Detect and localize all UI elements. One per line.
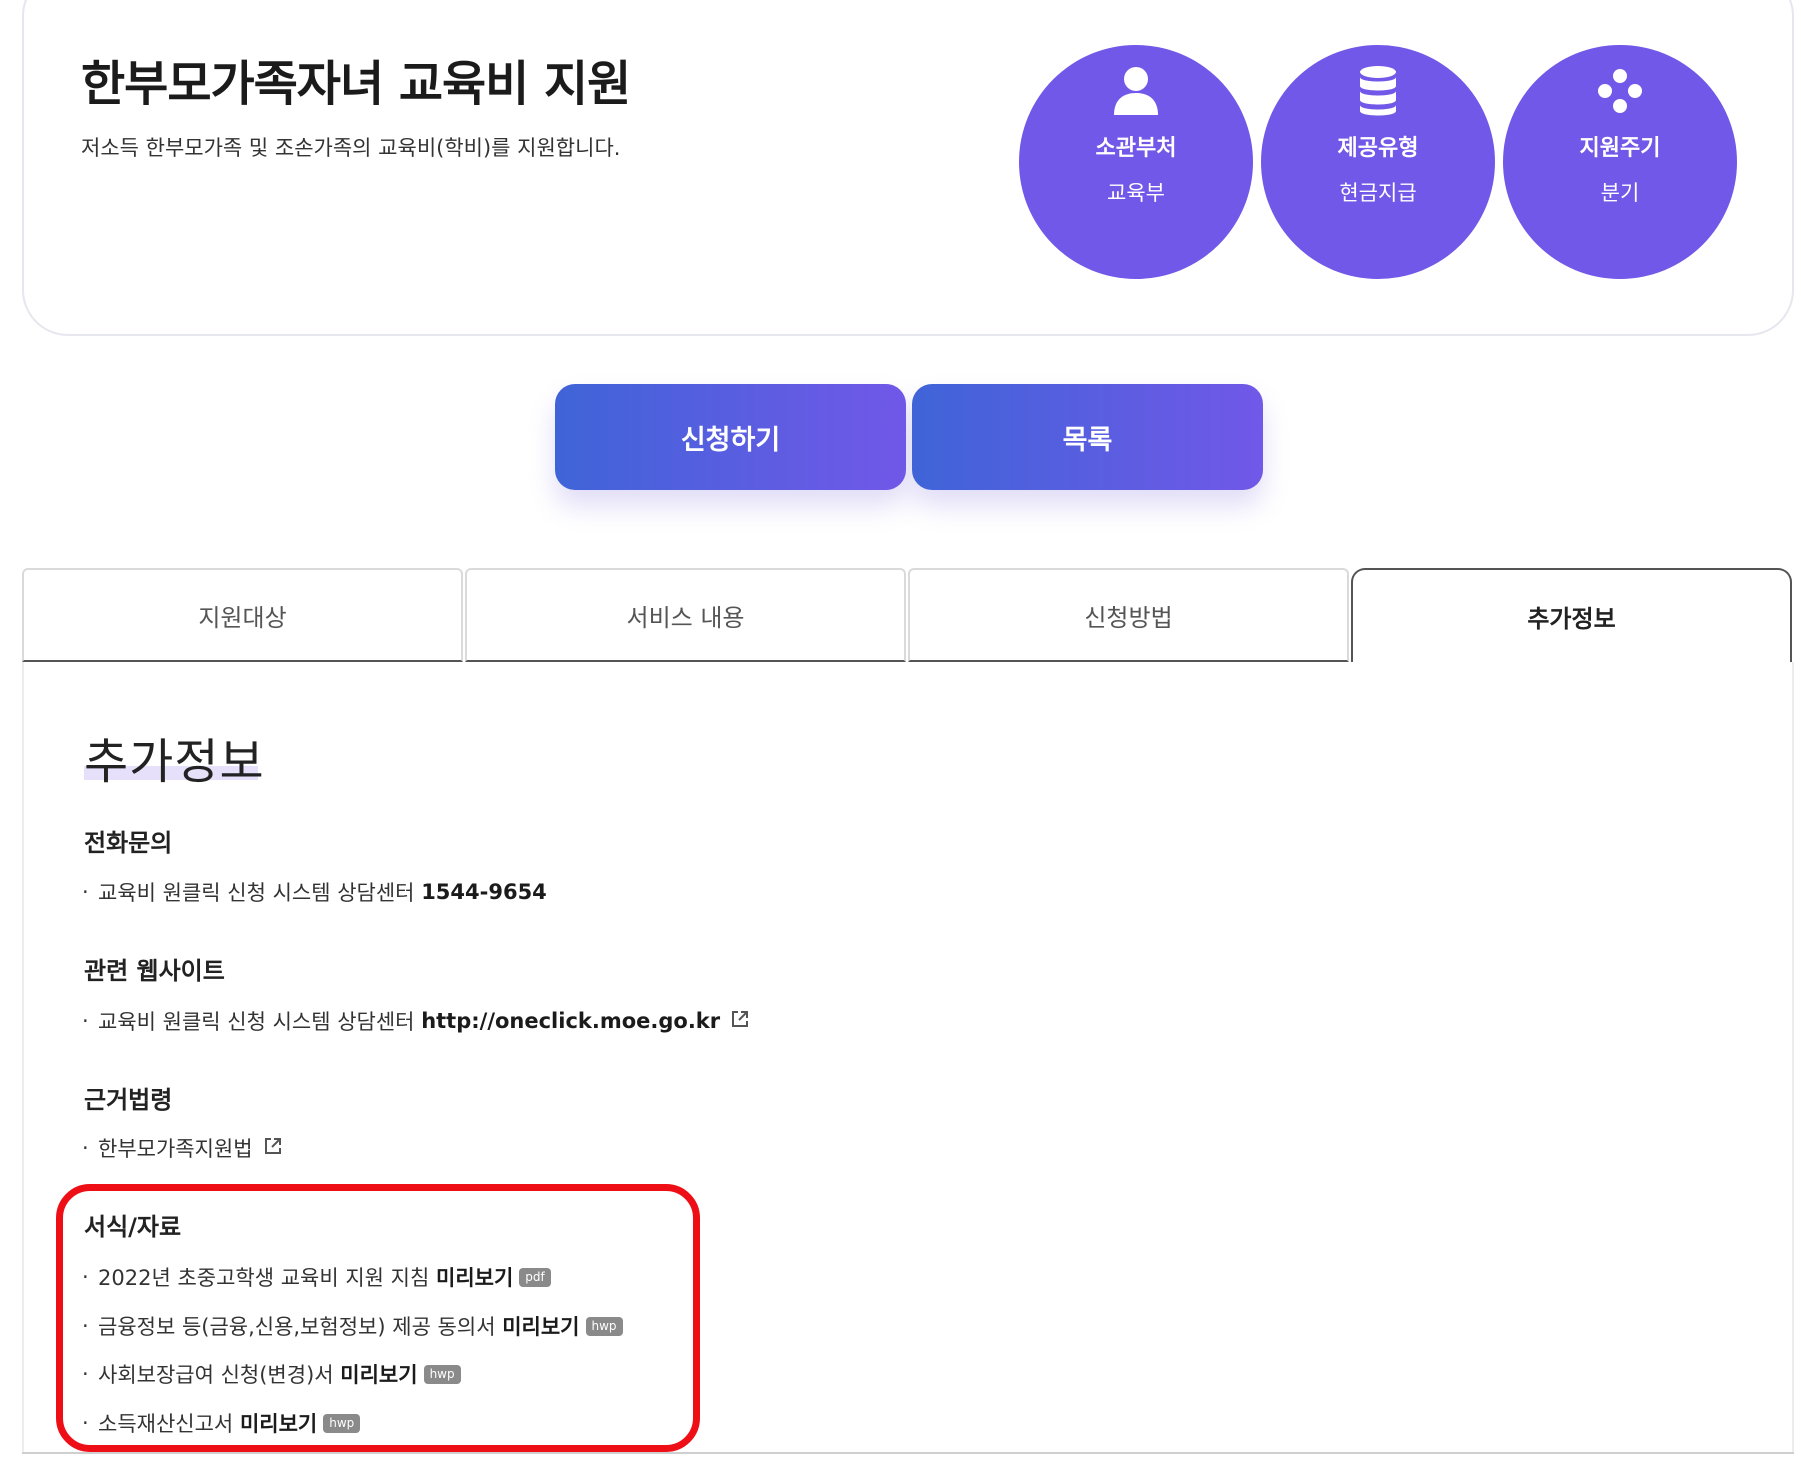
heading-legal-basis: 근거법령 bbox=[84, 1086, 173, 1114]
tab-eligibility[interactable]: 지원대상 bbox=[22, 568, 463, 662]
person-icon bbox=[1019, 63, 1253, 119]
bullet: · bbox=[82, 1411, 89, 1435]
list-item: · 2022년 초중고학생 교육비 지원 지침 미리보기 pdf bbox=[82, 1262, 551, 1292]
list-item: · 한부모가족지원법 bbox=[82, 1133, 283, 1163]
tab-application-method[interactable]: 신청방법 bbox=[908, 568, 1349, 662]
page: 한부모가족자녀 교육비 지원 저소득 한부모가족 및 조손가족의 교육비(학비)… bbox=[0, 0, 1801, 1474]
heading-related-website: 관련 웹사이트 bbox=[84, 957, 225, 985]
list-button[interactable]: 목록 bbox=[912, 384, 1263, 490]
list-item: · 교육비 원클릭 신청 시스템 상담센터 1544-9654 bbox=[82, 877, 547, 907]
item-text: 교육비 원클릭 신청 시스템 상담센터 bbox=[98, 1010, 415, 1034]
tab-bar: 지원대상 서비스 내용 신청방법 추가정보 bbox=[22, 568, 1794, 662]
preview-link[interactable]: 미리보기 bbox=[502, 1311, 579, 1341]
badge-value: 교육부 bbox=[1107, 181, 1165, 205]
divider bbox=[22, 1452, 1794, 1454]
badge-label: 제공유형 bbox=[1337, 136, 1419, 161]
heading-forms-materials: 서식/자료 bbox=[84, 1213, 182, 1241]
external-link-icon[interactable] bbox=[730, 1009, 750, 1034]
list-item: · 사회보장급여 신청(변경)서 미리보기 hwp bbox=[82, 1359, 461, 1389]
tab-additional-info[interactable]: 추가정보 bbox=[1351, 568, 1792, 662]
file-type-badge: hwp bbox=[423, 1364, 461, 1384]
cycle-dots-icon bbox=[1503, 63, 1737, 119]
service-description: 저소득 한부모가족 및 조손가족의 교육비(학비)를 지원합니다. bbox=[81, 136, 621, 160]
database-icon bbox=[1261, 63, 1495, 119]
phone-number: 1544-9654 bbox=[421, 880, 547, 904]
section-title: 추가정보 bbox=[84, 734, 265, 790]
bullet: · bbox=[82, 1362, 89, 1386]
badge-provision-type: 제공유형 현금지급 bbox=[1261, 45, 1495, 279]
item-text: 사회보장급여 신청(변경)서 bbox=[98, 1363, 334, 1387]
heading-phone-inquiry: 전화문의 bbox=[84, 829, 173, 857]
tab-service-content[interactable]: 서비스 내용 bbox=[465, 568, 906, 662]
bullet: · bbox=[82, 1136, 89, 1160]
bullet: · bbox=[82, 1314, 89, 1338]
badge-label: 소관부처 bbox=[1095, 136, 1177, 161]
list-item: · 소득재산신고서 미리보기 hwp bbox=[82, 1408, 361, 1438]
item-text: 2022년 초중고학생 교육비 지원 지침 bbox=[98, 1266, 430, 1290]
bullet: · bbox=[82, 880, 89, 904]
file-type-badge: hwp bbox=[585, 1316, 623, 1336]
list-item: · 교육비 원클릭 신청 시스템 상담센터 http://oneclick.mo… bbox=[82, 1006, 750, 1036]
list-item: · 금융정보 등(금융,신용,보험정보) 제공 동의서 미리보기 hwp bbox=[82, 1311, 623, 1341]
file-type-badge: pdf bbox=[519, 1267, 551, 1287]
item-text: 교육비 원클릭 신청 시스템 상담센터 bbox=[98, 881, 415, 905]
badge-department: 소관부처 교육부 bbox=[1019, 45, 1253, 279]
page-title: 한부모가족자녀 교육비 지원 bbox=[81, 56, 631, 112]
item-text: 소득재산신고서 bbox=[98, 1412, 234, 1436]
bullet: · bbox=[82, 1009, 89, 1033]
preview-link[interactable]: 미리보기 bbox=[240, 1408, 317, 1438]
badge-value: 분기 bbox=[1600, 181, 1640, 205]
file-type-badge: hwp bbox=[323, 1413, 361, 1433]
website-link[interactable]: http://oneclick.moe.go.kr bbox=[421, 1009, 720, 1033]
law-link[interactable]: 한부모가족지원법 bbox=[98, 1133, 253, 1163]
external-link-icon[interactable] bbox=[263, 1136, 283, 1161]
apply-button[interactable]: 신청하기 bbox=[555, 384, 906, 490]
bullet: · bbox=[82, 1265, 89, 1289]
badge-support-cycle: 지원주기 분기 bbox=[1503, 45, 1737, 279]
preview-link[interactable]: 미리보기 bbox=[340, 1359, 417, 1389]
preview-link[interactable]: 미리보기 bbox=[436, 1262, 513, 1292]
badge-label: 지원주기 bbox=[1579, 136, 1661, 161]
item-text: 금융정보 등(금융,신용,보험정보) 제공 동의서 bbox=[98, 1315, 496, 1339]
badge-value: 현금지급 bbox=[1339, 181, 1417, 205]
